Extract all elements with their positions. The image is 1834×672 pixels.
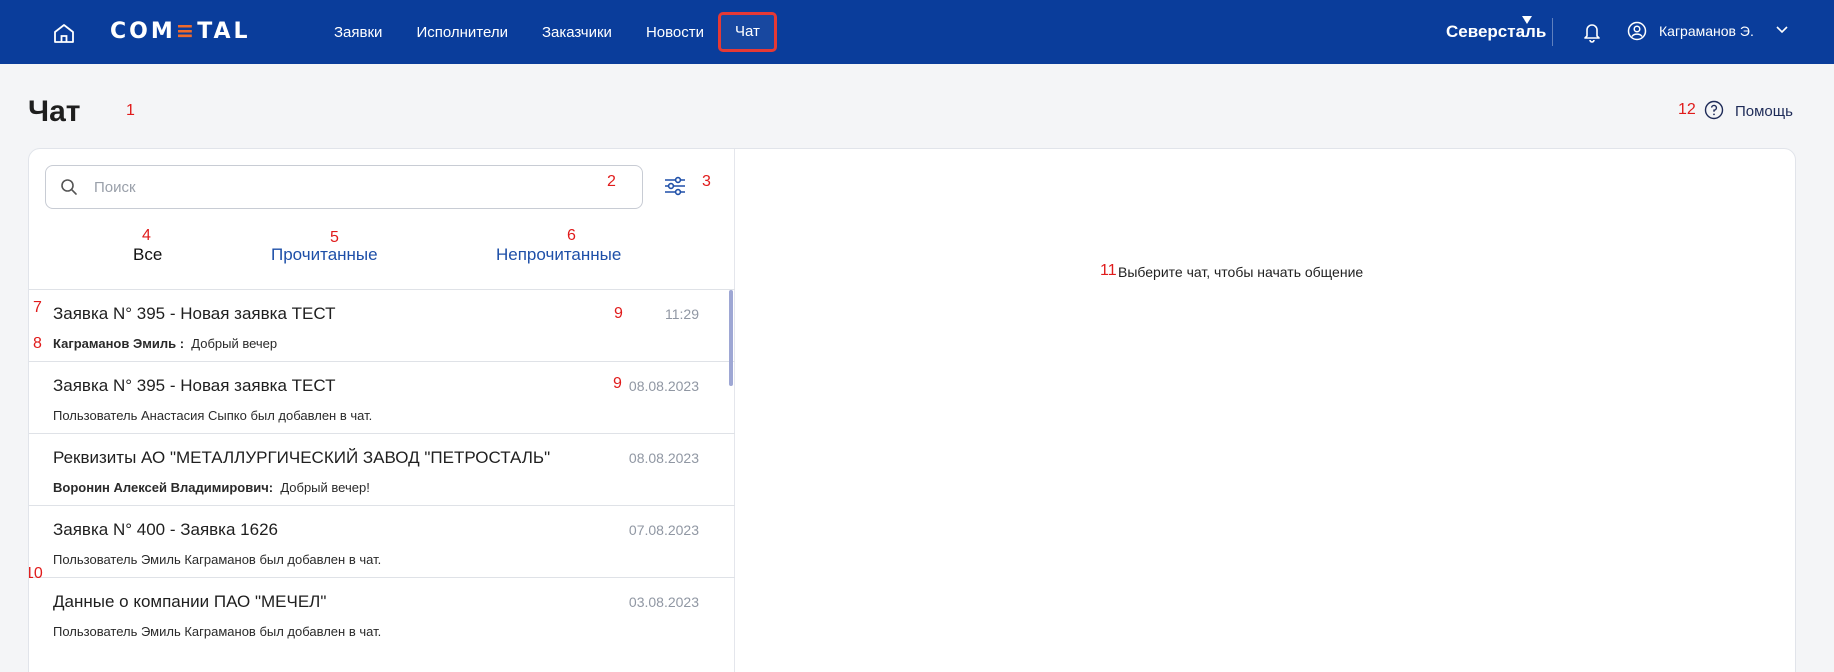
message-sender: Воронин Алексей Владимирович: bbox=[53, 480, 274, 495]
bell-icon[interactable] bbox=[1582, 21, 1602, 43]
user-name[interactable]: Каграманов Э. bbox=[1659, 23, 1754, 39]
chat-list-item[interactable]: Заявка N° 395 - Новая заявка ТЕСТ 08.08.… bbox=[29, 361, 735, 433]
user-avatar-icon[interactable] bbox=[1627, 21, 1647, 41]
chat-list-pane: 2 3 4 5 6 Все Прочитанные Непрочитанные … bbox=[29, 149, 735, 672]
chat-date: 08.08.2023 bbox=[628, 378, 699, 394]
annotation-marker: 8 bbox=[33, 335, 42, 352]
page-title: Чат bbox=[28, 95, 81, 128]
chat-title: Заявка N° 395 - Новая заявка ТЕСТ bbox=[53, 376, 336, 395]
nav-performers[interactable]: Исполнители bbox=[416, 24, 508, 41]
chat-last-message: Каграманов Эмиль : Добрый вечер bbox=[53, 336, 277, 351]
chat-date: 03.08.2023 bbox=[628, 594, 699, 610]
annotation-marker: 3 bbox=[702, 173, 711, 190]
annotation-marker: 1 bbox=[126, 102, 135, 119]
message-text: Добрый вечер bbox=[191, 336, 278, 351]
message-sender: Каграманов Эмиль : bbox=[53, 336, 185, 351]
tab-read[interactable]: Прочитанные bbox=[271, 245, 378, 265]
chat-last-message: Пользователь Эмиль Каграманов был добавл… bbox=[53, 552, 382, 567]
chat-date: 07.08.2023 bbox=[628, 522, 699, 538]
help-icon[interactable] bbox=[1704, 100, 1724, 120]
nav-requests[interactable]: Заявки bbox=[334, 24, 382, 41]
chat-filter-tabs: Все Прочитанные Непрочитанные bbox=[29, 245, 735, 285]
annotation-marker: 12 bbox=[1678, 101, 1696, 118]
search-input[interactable] bbox=[94, 176, 594, 198]
chat-list: Заявка N° 395 - Новая заявка ТЕСТ 11:29 … bbox=[29, 289, 735, 649]
annotation-marker: 6 bbox=[567, 227, 576, 244]
chat-title: Заявка N° 400 - Заявка 1626 bbox=[53, 520, 278, 539]
tab-all[interactable]: Все bbox=[133, 245, 162, 265]
annotation-marker: 10 bbox=[29, 565, 43, 582]
chat-title: Данные о компании ПАО "МЕЧЕЛ" bbox=[53, 592, 327, 611]
tab-unread[interactable]: Непрочитанные bbox=[496, 245, 621, 265]
filter-settings-icon[interactable] bbox=[663, 175, 687, 197]
chat-last-message: Пользователь Анастасия Сыпко был добавле… bbox=[53, 408, 373, 423]
chat-card: 2 3 4 5 6 Все Прочитанные Непрочитанные … bbox=[28, 148, 1796, 672]
top-navbar: COM≡TAL Заявки Исполнители Заказчики Нов… bbox=[0, 0, 1834, 64]
annotation-marker: 4 bbox=[142, 227, 151, 244]
chat-list-item[interactable]: Данные о компании ПАО "МЕЧЕЛ" 03.08.2023… bbox=[29, 577, 735, 649]
chat-list-item[interactable]: Реквизиты АО "МЕТАЛЛУРГИЧЕСКИЙ ЗАВОД "ПЕ… bbox=[29, 433, 735, 505]
header-divider bbox=[1552, 18, 1553, 46]
chat-list-scrollbar[interactable] bbox=[729, 290, 733, 386]
main-nav: Заявки Исполнители Заказчики Новости Чат bbox=[334, 0, 811, 64]
nav-chat[interactable]: Чат bbox=[718, 12, 777, 52]
chat-list-item[interactable]: Заявка N° 400 - Заявка 1626 07.08.2023 П… bbox=[29, 505, 735, 577]
chat-last-message: Пользователь Эмиль Каграманов был добавл… bbox=[53, 624, 382, 639]
chevron-down-icon[interactable] bbox=[1776, 26, 1788, 34]
help-link[interactable]: Помощь bbox=[1735, 103, 1793, 120]
annotation-marker: 7 bbox=[33, 299, 42, 316]
chat-title: Реквизиты АО "МЕТАЛЛУРГИЧЕСКИЙ ЗАВОД "ПЕ… bbox=[53, 448, 551, 467]
annotation-marker: 11 bbox=[1100, 262, 1117, 279]
empty-chat-message: Выберите чат, чтобы начать общение bbox=[1118, 264, 1364, 280]
cometal-logo[interactable]: COM≡TAL bbox=[110, 19, 251, 44]
chat-title: Заявка N° 395 - Новая заявка ТЕСТ bbox=[53, 304, 336, 323]
home-icon[interactable] bbox=[52, 22, 76, 44]
chat-last-message: Воронин Алексей Владимирович: Добрый веч… bbox=[53, 480, 370, 495]
annotation-marker: 2 bbox=[607, 173, 616, 190]
search-icon bbox=[61, 179, 77, 195]
search-box[interactable] bbox=[45, 165, 643, 209]
annotation-marker: 9 bbox=[614, 305, 623, 322]
nav-customers[interactable]: Заказчики bbox=[542, 24, 612, 41]
chat-date: 08.08.2023 bbox=[628, 450, 699, 466]
annotation-marker: 9 bbox=[613, 375, 622, 392]
severstal-mark-icon bbox=[1522, 16, 1532, 24]
nav-news[interactable]: Новости bbox=[646, 24, 704, 41]
message-text: Добрый вечер! bbox=[280, 480, 370, 495]
chat-list-item[interactable]: Заявка N° 395 - Новая заявка ТЕСТ 11:29 … bbox=[29, 289, 735, 361]
chat-date: 11:29 bbox=[665, 306, 699, 322]
